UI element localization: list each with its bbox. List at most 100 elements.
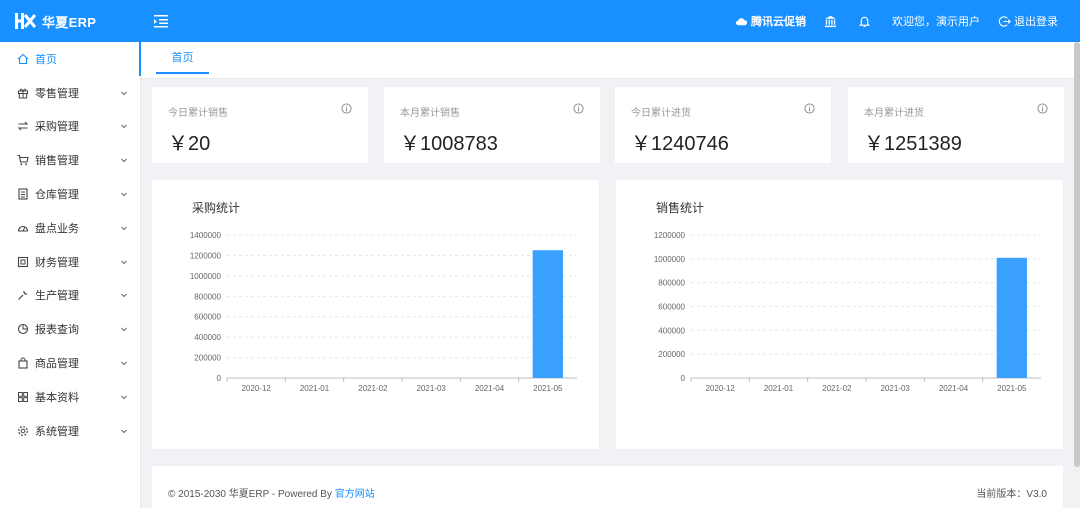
promo-link[interactable]: 腾讯云促销: [735, 13, 806, 29]
home-icon: [17, 53, 29, 64]
app-logo[interactable]: 华夏ERP: [0, 0, 141, 42]
y-tick-label: 600000: [194, 313, 221, 322]
info-icon[interactable]: [573, 103, 584, 114]
stat-card-month-purchase: 本月累计进货 ￥1251389: [848, 87, 1064, 163]
chevron-down-icon: [121, 429, 127, 433]
footer: © 2015-2030 华夏ERP - Powered By 官方网站 当前版本…: [152, 466, 1063, 508]
sidebar-item-label: 财务管理: [35, 256, 79, 269]
sidebar-item-retail[interactable]: 零售管理: [0, 76, 140, 110]
sidebar-item-label: 基本资料: [35, 391, 79, 404]
grid-icon: [18, 391, 28, 402]
stat-value: ￥1251389: [864, 133, 962, 155]
sidebar-item-label: 商品管理: [35, 358, 79, 371]
sidebar-item-label: 首页: [35, 53, 57, 66]
sidebar-item-system[interactable]: 系统管理: [0, 414, 140, 448]
sidebar-item-label: 采购管理: [35, 121, 79, 134]
x-tick-label: 2021-03: [880, 384, 910, 393]
y-tick-label: 1000000: [190, 272, 222, 281]
x-tick-label: 2021-01: [764, 384, 794, 393]
bell-icon: [858, 16, 871, 27]
settings-icon: [18, 425, 28, 436]
info-icon[interactable]: [1037, 103, 1048, 114]
x-tick-label: 2021-05: [533, 384, 563, 393]
logout-button[interactable]: 退出登录: [998, 13, 1058, 29]
x-tick-label: 2021-04: [475, 384, 505, 393]
sidebar-item-sales[interactable]: 销售管理: [0, 143, 140, 177]
logout-label: 退出登录: [1014, 16, 1058, 28]
y-tick-label: 400000: [194, 333, 221, 342]
y-tick-label: 0: [681, 374, 686, 383]
menu-fold-icon[interactable]: [153, 13, 169, 29]
x-tick-label: 2021-04: [939, 384, 969, 393]
sidebar-item-basic-data[interactable]: 基本资料: [0, 380, 140, 414]
x-tick-label: 2021-02: [358, 384, 388, 393]
top-header: 华夏ERP 腾讯云促销 欢迎您，演示用户 退出登录: [0, 0, 1080, 42]
stat-value: ￥1240746: [631, 133, 729, 155]
sidebar-item-purchase[interactable]: 采购管理: [0, 110, 140, 144]
chevron-down-icon: [121, 226, 127, 231]
bar[interactable]: [996, 257, 1027, 378]
welcome-text: 欢迎您，演示用户: [892, 16, 980, 28]
sidebar-item-label: 销售管理: [35, 155, 79, 168]
x-tick-label: 2021-03: [416, 384, 446, 393]
stat-value: ￥20: [168, 133, 211, 155]
tab-home[interactable]: 首页: [156, 42, 209, 74]
y-tick-label: 800000: [194, 292, 221, 301]
sidebar-item-inventory-check[interactable]: 盘点业务: [0, 211, 140, 245]
tool-icon: [18, 291, 28, 301]
cart-icon: [17, 155, 29, 166]
sidebar-item-products[interactable]: 商品管理: [0, 346, 140, 380]
x-tick-label: 2021-02: [822, 384, 852, 393]
info-icon[interactable]: [341, 103, 352, 114]
chevron-down-icon: [121, 260, 127, 264]
stat-value: ￥1008783: [400, 133, 498, 155]
notification-button[interactable]: [858, 15, 874, 28]
chevron-down-icon: [121, 91, 127, 95]
stat-title: 本月累计销售: [400, 108, 460, 119]
y-tick-label: 400000: [658, 326, 685, 335]
sidebar-item-label: 报表查询: [35, 324, 79, 337]
cloud-icon: [735, 17, 748, 25]
chevron-down-icon: [121, 294, 127, 298]
sidebar-item-label: 仓库管理: [35, 189, 79, 202]
x-tick-label: 2020-12: [241, 384, 271, 393]
stat-title: 今日累计销售: [168, 108, 228, 119]
bar[interactable]: [532, 250, 563, 378]
shopping-icon: [18, 357, 28, 369]
y-tick-label: 0: [217, 374, 222, 383]
chevron-down-icon: [121, 192, 127, 197]
x-tick-label: 2021-01: [300, 384, 330, 393]
sidebar-item-production[interactable]: 生产管理: [0, 279, 140, 313]
chevron-down-icon: [121, 125, 127, 129]
sidebar-item-label: 盘点业务: [35, 222, 79, 235]
chevron-down-icon: [121, 158, 127, 163]
sidebar-item-label: 系统管理: [35, 425, 79, 438]
logout-icon: [998, 15, 1011, 27]
stat-title: 今日累计进货: [631, 108, 691, 119]
x-tick-label: 2020-12: [705, 384, 735, 393]
x-tick-label: 2021-05: [997, 384, 1027, 393]
sales-chart-card: 销售统计 0 200000 400000 600000 800000 1000000 120…: [616, 180, 1063, 449]
bank-button[interactable]: [824, 15, 840, 28]
user-welcome[interactable]: 欢迎您，演示用户: [892, 13, 980, 29]
promo-label: 腾讯云促销: [751, 16, 806, 28]
y-tick-label: 800000: [658, 279, 685, 288]
sidebar-item-label: 生产管理: [35, 290, 79, 303]
app-name: 华夏ERP: [42, 14, 97, 30]
bank-icon: [824, 15, 837, 27]
sidebar-item-warehouse[interactable]: 仓库管理: [0, 177, 140, 211]
sidebar-item-home[interactable]: 首页: [0, 42, 141, 76]
info-icon[interactable]: [804, 103, 815, 114]
sidebar-item-finance[interactable]: 财务管理: [0, 245, 140, 279]
official-site-link[interactable]: 官方网站: [335, 489, 375, 500]
dashboard-icon: [17, 225, 29, 232]
swap-icon: [17, 122, 29, 131]
sidebar-item-reports[interactable]: 报表查询: [0, 312, 140, 346]
scrollbar[interactable]: [1074, 42, 1080, 467]
chevron-down-icon: [121, 327, 127, 332]
y-tick-label: 1400000: [190, 231, 222, 240]
sales-bar-chart: 0 200000 400000 600000 800000 1000000 1200000 2…: [654, 231, 1041, 393]
stat-card-today-purchase: 今日累计进货 ￥1240746: [615, 87, 831, 163]
y-tick-label: 600000: [658, 303, 685, 312]
stat-title: 本月累计进货: [864, 108, 924, 119]
